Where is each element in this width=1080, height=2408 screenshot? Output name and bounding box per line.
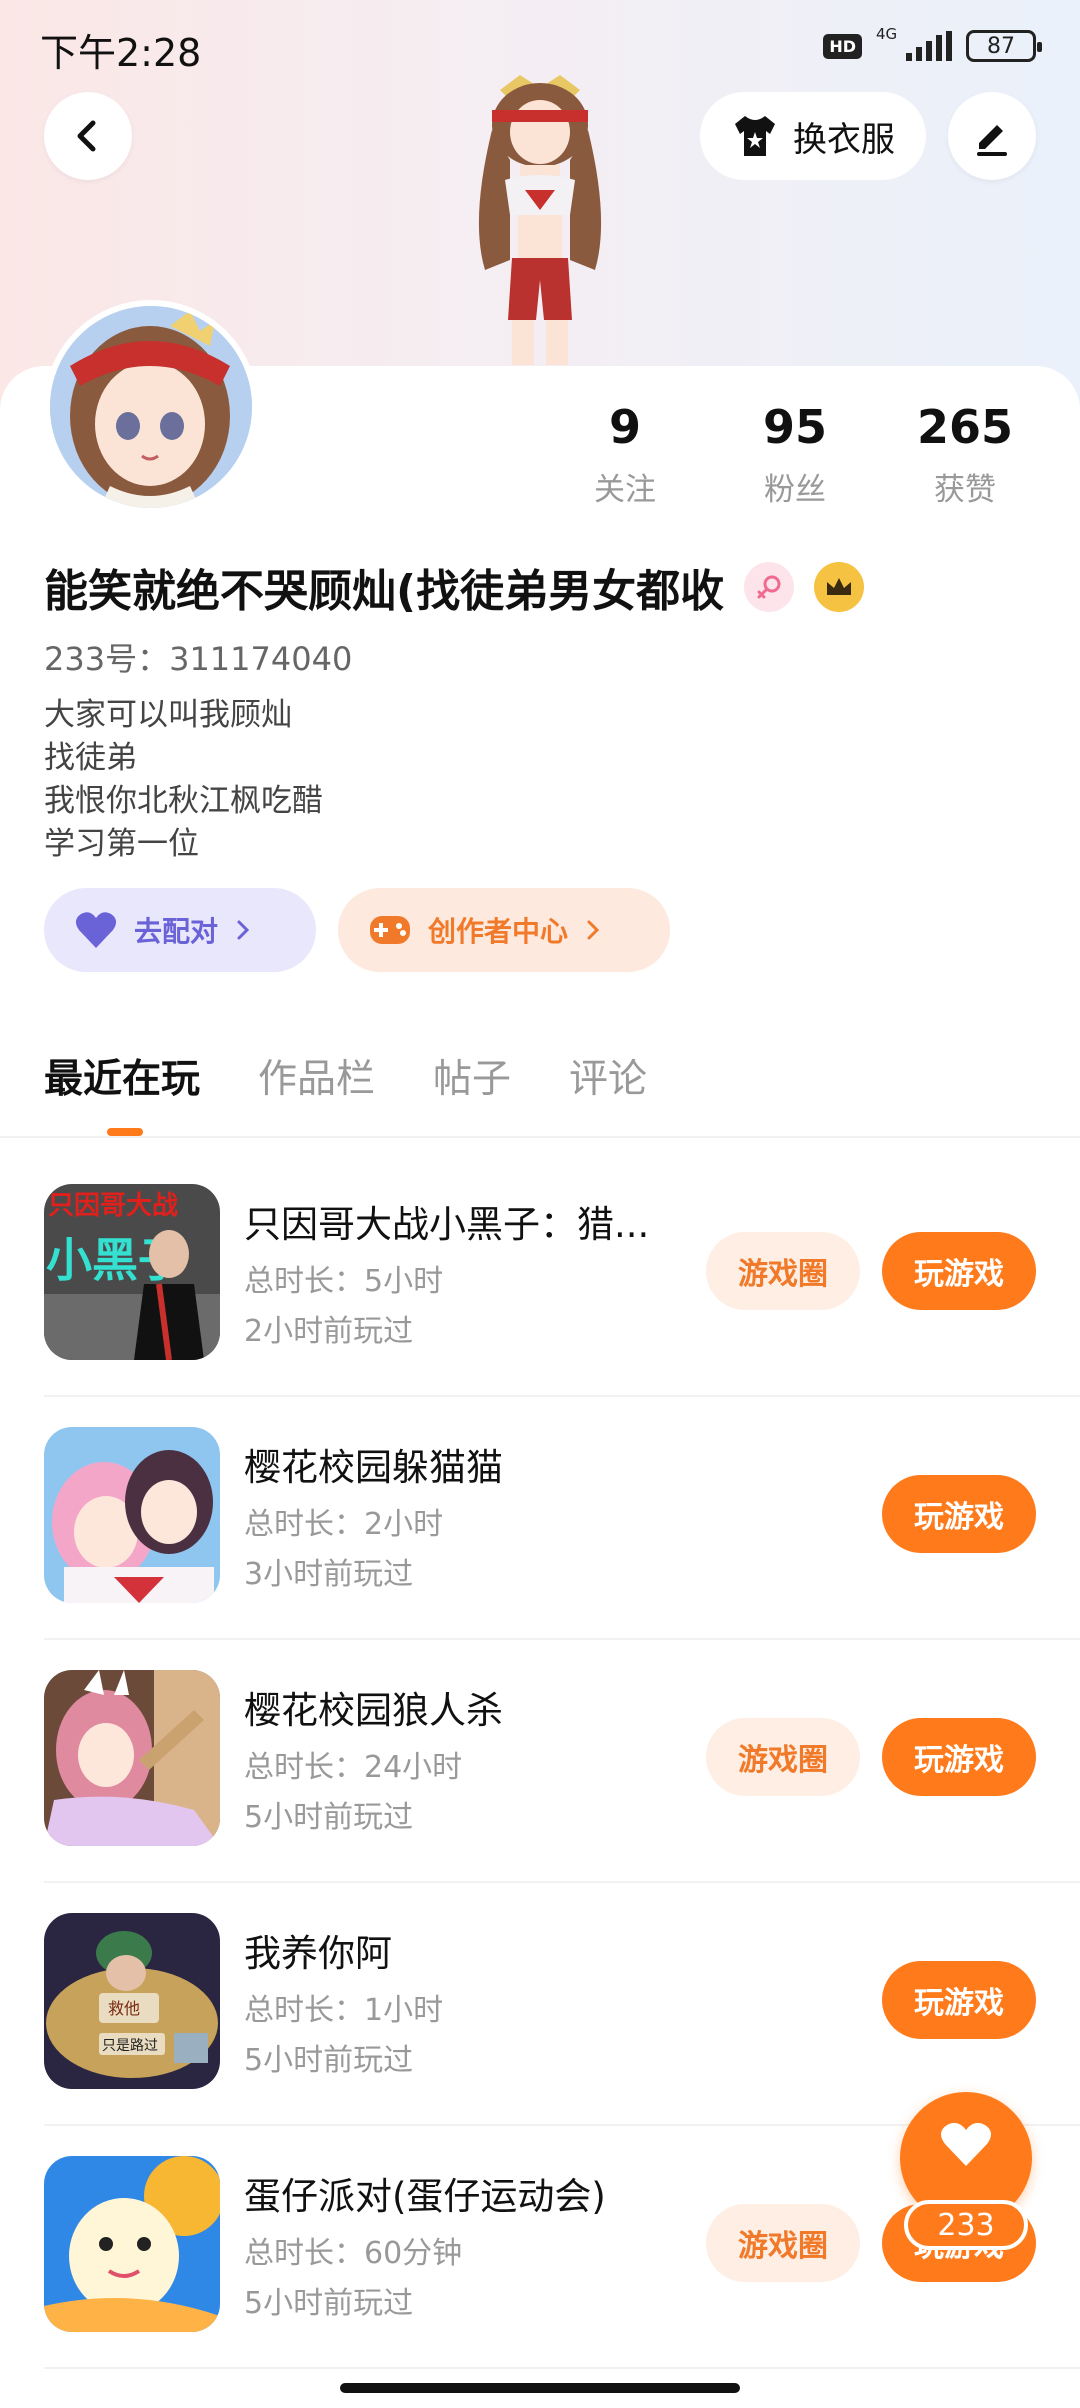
stat-label: 获赞 [934,472,996,508]
play-game-button[interactable]: 玩游戏 [882,1718,1036,1796]
chevron-right-icon [237,920,250,940]
home-indicator[interactable] [340,2383,740,2393]
stat-label: 关注 [594,472,656,508]
game-duration: 总时长：1小时 [244,1993,444,2028]
heart-icon [940,2122,992,2166]
game-title: 樱花校园狼人杀 [244,1689,503,1732]
battery-icon: 87 [966,30,1042,62]
tab-comments[interactable]: 评论 [569,1048,647,1104]
play-game-button[interactable]: 玩游戏 [882,1475,1036,1553]
edit-profile-button[interactable] [948,92,1036,180]
game-last-played: 5小时前玩过 [244,2286,414,2321]
stat-value: 95 [762,400,827,454]
game-title: 我养你阿 [244,1932,392,1975]
game-last-played: 5小时前玩过 [244,1800,414,1835]
female-icon [744,562,795,612]
game-last-played: 5小时前玩过 [244,2043,414,2078]
stat-followers[interactable]: 95 粉丝 [710,400,880,509]
stat-value: 265 [916,400,1014,454]
nickname-row: 能笑就绝不哭顾灿(找徒弟男女都收 [44,555,865,619]
bio-line: 找徒弟 [44,740,137,776]
battery-level: 87 [987,33,1015,59]
game-icon-sakura-hide[interactable] [44,1427,220,1603]
play-game-button[interactable]: 玩游戏 [882,1961,1036,2039]
list-item[interactable]: 樱花校园躲猫猫 总时长：2小时 3小时前玩过 玩游戏 [44,1397,1080,1640]
game-title: 蛋仔派对(蛋仔运动会) [244,2175,606,2218]
list-item[interactable]: 救他 只是路过 我养你阿 总时长：1小时 5小时前玩过 玩游戏 [44,1883,1080,2126]
match-button[interactable]: 去配对 [44,888,316,972]
game-icon-xiaoheizi[interactable]: 只因哥大战 小黑子 [44,1184,220,1360]
game-circle-button[interactable]: 游戏圈 [706,1232,860,1310]
signal-icon: 4G [876,25,952,61]
game-icon-eggy-party[interactable] [44,2156,220,2332]
nickname: 能笑就绝不哭顾灿(找徒弟男女都收 [44,566,725,617]
change-outfit-button[interactable]: 换衣服 [700,92,926,180]
list-item[interactable]: 樱花校园狼人杀 总时长：24小时 5小时前玩过 游戏圈 玩游戏 [44,1640,1080,1883]
tshirt-icon [735,116,775,156]
avatar[interactable] [44,300,258,514]
heart-icon [75,912,117,948]
icon-text: 只因哥大战 [48,1191,178,1221]
bio: 大家可以叫我顾灿 找徒弟 我恨你北秋江枫吃醋 学习第一位 [44,694,323,866]
like-count-badge: 233 [904,2200,1028,2250]
bio-line: 大家可以叫我顾灿 [44,697,292,733]
user-id: 233号：311174040 [44,640,353,678]
change-outfit-label: 换衣服 [793,119,895,160]
pencil-icon [977,125,1007,156]
hd-icon: HD [823,33,862,59]
stat-following[interactable]: 9 关注 [540,400,710,509]
bio-line: 学习第一位 [44,826,199,862]
tab-recently-played[interactable]: 最近在玩 [44,1048,200,1104]
play-game-button[interactable]: 玩游戏 [882,1232,1036,1310]
game-title: 樱花校园躲猫猫 [244,1446,503,1489]
avatar-portrait [50,306,252,508]
status-time: 下午2:28 [40,31,202,75]
game-last-played: 3小时前玩过 [244,1557,414,1592]
profile-tabs: 最近在玩 作品栏 帖子 评论 [44,1048,647,1104]
game-icon-sakura-werewolf[interactable] [44,1670,220,1846]
avatar-character-figure[interactable] [440,70,640,370]
active-tab-indicator [107,1128,143,1136]
game-last-played: 2小时前玩过 [244,1314,414,1349]
game-duration: 总时长：24小时 [244,1750,463,1785]
profile-stats: 9 关注 95 粉丝 265 获赞 [540,400,1050,509]
list-item[interactable]: 只因哥大战 小黑子 只因哥大战小黑子：猎... 总时长：5小时 2小时前玩过 游… [44,1154,1080,1397]
game-icon-woyangnia[interactable]: 救他 只是路过 [44,1913,220,2089]
game-title: 只因哥大战小黑子：猎... [244,1203,650,1246]
game-duration: 总时长：5小时 [244,1264,444,1299]
creator-center-label: 创作者中心 [428,915,569,948]
game-circle-button[interactable]: 游戏圈 [706,1718,860,1796]
game-duration: 总时长：2小时 [244,1507,444,1542]
gamepad-icon [370,916,410,944]
chevron-right-icon [587,920,600,940]
crown-icon[interactable] [814,562,865,612]
bio-line: 我恨你北秋江枫吃醋 [44,783,323,819]
network-type: 4G [876,25,898,43]
tab-posts[interactable]: 帖子 [433,1048,511,1104]
icon-text: 只是路过 [102,2038,158,2054]
game-duration: 总时长：60分钟 [244,2236,463,2271]
divider [0,1136,1080,1138]
game-circle-button[interactable]: 游戏圈 [706,2204,860,2282]
status-icons: HD 4G 87 [823,25,1042,62]
back-button[interactable] [44,92,132,180]
creator-center-button[interactable]: 创作者中心 [338,888,670,972]
tab-works[interactable]: 作品栏 [258,1048,375,1104]
stat-likes[interactable]: 265 获赞 [880,400,1050,509]
match-label: 去配对 [134,915,219,948]
icon-text: 救他 [108,1999,140,2018]
stat-label: 粉丝 [764,472,826,508]
chevron-left-icon [77,120,96,152]
stat-value: 9 [608,400,641,454]
